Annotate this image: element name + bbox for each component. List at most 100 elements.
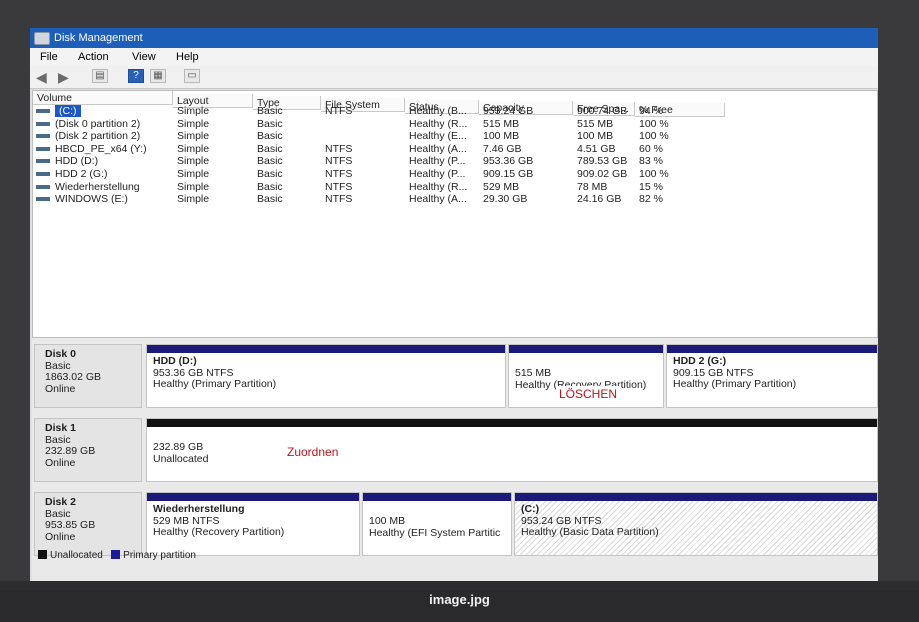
partition-efi-system[interactable]: 100 MB Healthy (EFI System Partitic — [362, 492, 512, 556]
volume-row[interactable]: (Disk 2 partition 2) Simple Basic Healthy (… — [33, 130, 878, 142]
volume-cell-percent-free: 82 % — [639, 193, 663, 206]
volume-list: Volume Layout Type File System Status Ca… — [32, 90, 878, 338]
volume-row[interactable]: Wiederherstellung Simple Basic NTFS Healthy … — [33, 181, 878, 193]
column-header-volume[interactable]: Volume — [33, 91, 173, 105]
primary-partition-swatch — [111, 550, 121, 559]
volume-cell-type: Basic — [257, 130, 283, 143]
partition-wiederherstellung[interactable]: Wiederherstellung 529 MB NTFS Healthy (R… — [146, 492, 360, 556]
primary-partition-bar — [509, 345, 663, 353]
primary-partition-bar — [147, 345, 505, 353]
title-bar: Disk Management — [30, 28, 878, 48]
partition-hdd-d[interactable]: HDD (D:) 953.36 GB NTFS Healthy (Primary… — [146, 344, 506, 408]
volume-cell-layout: Simple — [177, 155, 210, 168]
volume-cell-layout: Simple — [177, 142, 210, 155]
volume-cell-volume: (C:) — [55, 105, 81, 117]
disk-2-label[interactable]: Disk 2 Basic 953.85 GB Online — [34, 492, 142, 556]
disk-name: Disk 2 — [45, 496, 76, 508]
disk-1-label[interactable]: Disk 1 Basic 232.89 GB Online — [34, 418, 142, 482]
volume-row[interactable]: HDD (D:) Simple Basic NTFS Healthy (P... 953.… — [33, 155, 878, 167]
volume-cell-status: Healthy (E... — [409, 130, 467, 143]
volume-cell-percent-free: 100 % — [639, 117, 669, 130]
menu-view[interactable]: View — [132, 51, 156, 63]
volume-cell-status: Healthy (R... — [409, 180, 468, 193]
volume-cell-file-system: NTFS — [325, 142, 353, 155]
volume-cell-type: Basic — [257, 155, 283, 168]
disk-state: Online — [45, 382, 76, 395]
volume-drive-icon — [36, 121, 50, 126]
volume-cell-type: Basic — [257, 117, 283, 130]
forward-arrow-icon[interactable]: ▶ — [58, 70, 69, 84]
disk-state: Online — [45, 456, 76, 469]
volume-row[interactable]: (Disk 0 partition 2) Simple Basic Healthy (… — [33, 118, 878, 130]
partition-status: Healthy (Primary Partition) — [153, 378, 277, 390]
properties-icon[interactable]: ▦ — [150, 69, 166, 83]
disk-name: Disk 1 — [45, 422, 76, 434]
volume-cell-percent-free: 100 % — [639, 130, 669, 143]
primary-partition-bar — [363, 493, 511, 501]
volume-row[interactable]: WINDOWS (E:) Simple Basic NTFS Healthy (A...… — [33, 193, 878, 205]
partition-size: 232.89 GB — [153, 441, 204, 453]
menu-action[interactable]: Action — [78, 51, 109, 63]
partition-status: Healthy (Recovery Partition) — [153, 526, 285, 538]
volume-cell-free-space: 900.74 GB — [577, 105, 628, 117]
volume-cell-capacity: 515 MB — [483, 117, 520, 130]
legend-primary: Primary partition — [123, 550, 196, 561]
partition-hdd2-g[interactable]: HDD 2 (G:) 909.15 GB NTFS Healthy (Prima… — [666, 344, 878, 408]
volume-cell-file-system: NTFS — [325, 168, 353, 180]
volume-cell-type: Basic — [257, 180, 283, 193]
volume-cell-file-system: NTFS — [325, 105, 353, 117]
volume-cell-percent-free: 60 % — [639, 142, 663, 155]
volume-drive-icon — [36, 172, 50, 176]
volume-cell-volume: WINDOWS (E:) — [55, 193, 128, 206]
primary-partition-bar — [515, 493, 877, 501]
volume-cell-free-space: 24.16 GB — [577, 193, 622, 206]
volume-cell-status: Healthy (A... — [409, 142, 467, 155]
volume-cell-file-system: NTFS — [325, 155, 353, 168]
volume-cell-text: (C:) — [55, 105, 81, 117]
disk-management-window: Disk Management File Action View Help ◀ … — [30, 28, 878, 581]
volume-cell-percent-free: 15 % — [639, 180, 663, 193]
menu-help[interactable]: Help — [176, 51, 199, 63]
volume-cell-type: Basic — [257, 168, 283, 180]
disk-size: 232.89 GB — [45, 445, 96, 457]
volume-cell-layout: Simple — [177, 117, 210, 130]
volume-cell-capacity: 953.36 GB — [483, 155, 534, 168]
partition-name: (C:) — [521, 503, 540, 515]
volume-cell-file-system: NTFS — [325, 180, 353, 193]
menu-bar: File Action View Help — [30, 48, 878, 66]
volume-row[interactable]: HDD 2 (G:) Simple Basic NTFS Healthy (P... 90… — [33, 168, 878, 180]
help-icon[interactable]: ? — [128, 69, 144, 83]
primary-partition-bar — [667, 345, 877, 353]
volume-cell-volume: (Disk 0 partition 2) — [55, 117, 141, 130]
volume-drive-icon — [36, 159, 50, 164]
volume-cell-volume: HBCD_PE_x64 (Y:) — [55, 142, 147, 155]
volume-row[interactable]: (C:) Simple Basic NTFS Healthy (B... 953.24 G… — [33, 105, 878, 117]
menu-file[interactable]: File — [40, 51, 58, 63]
volume-drive-icon — [36, 109, 50, 113]
volume-cell-percent-free: 100 % — [639, 168, 669, 180]
disk-size: 953.85 GB — [45, 519, 96, 531]
volume-cell-capacity: 953.24 GB — [483, 105, 534, 117]
volume-cell-type: Basic — [257, 193, 283, 206]
show-hide-console-tree-icon[interactable]: ▤ — [92, 69, 108, 83]
taskbar — [0, 581, 919, 590]
volume-cell-status: Healthy (P... — [409, 155, 466, 168]
volume-drive-icon — [36, 184, 50, 189]
partition-c-selected[interactable]: (C:) 953.24 GB NTFS Healthy (Basic Data … — [514, 492, 878, 556]
volume-cell-capacity: 7.46 GB — [483, 142, 522, 155]
unallocated-space-disk1[interactable]: 232.89 GB Unallocated — [146, 418, 878, 482]
volume-cell-layout: Simple — [177, 180, 210, 193]
volume-cell-volume: HDD (D:) — [55, 155, 99, 168]
partition-status: Unallocated — [153, 452, 209, 465]
volume-cell-capacity: 909.15 GB — [483, 168, 534, 180]
volume-cell-free-space: 909.02 GB — [577, 168, 628, 180]
volume-row[interactable]: HBCD_PE_x64 (Y:) Simple Basic NTFS Healthy (… — [33, 143, 878, 155]
volume-cell-layout: Simple — [177, 105, 210, 117]
disk-state: Online — [45, 530, 76, 543]
volume-cell-free-space: 789.53 GB — [577, 155, 628, 168]
disk-0-label[interactable]: Disk 0 Basic 1863.02 GB Online — [34, 344, 142, 408]
annotation-delete-label: LÖSCHEN — [556, 386, 621, 403]
view-icon[interactable]: ▭ — [184, 69, 200, 83]
annotation-assign-label: Zuordnen — [284, 444, 342, 461]
back-arrow-icon[interactable]: ◀ — [36, 70, 47, 84]
